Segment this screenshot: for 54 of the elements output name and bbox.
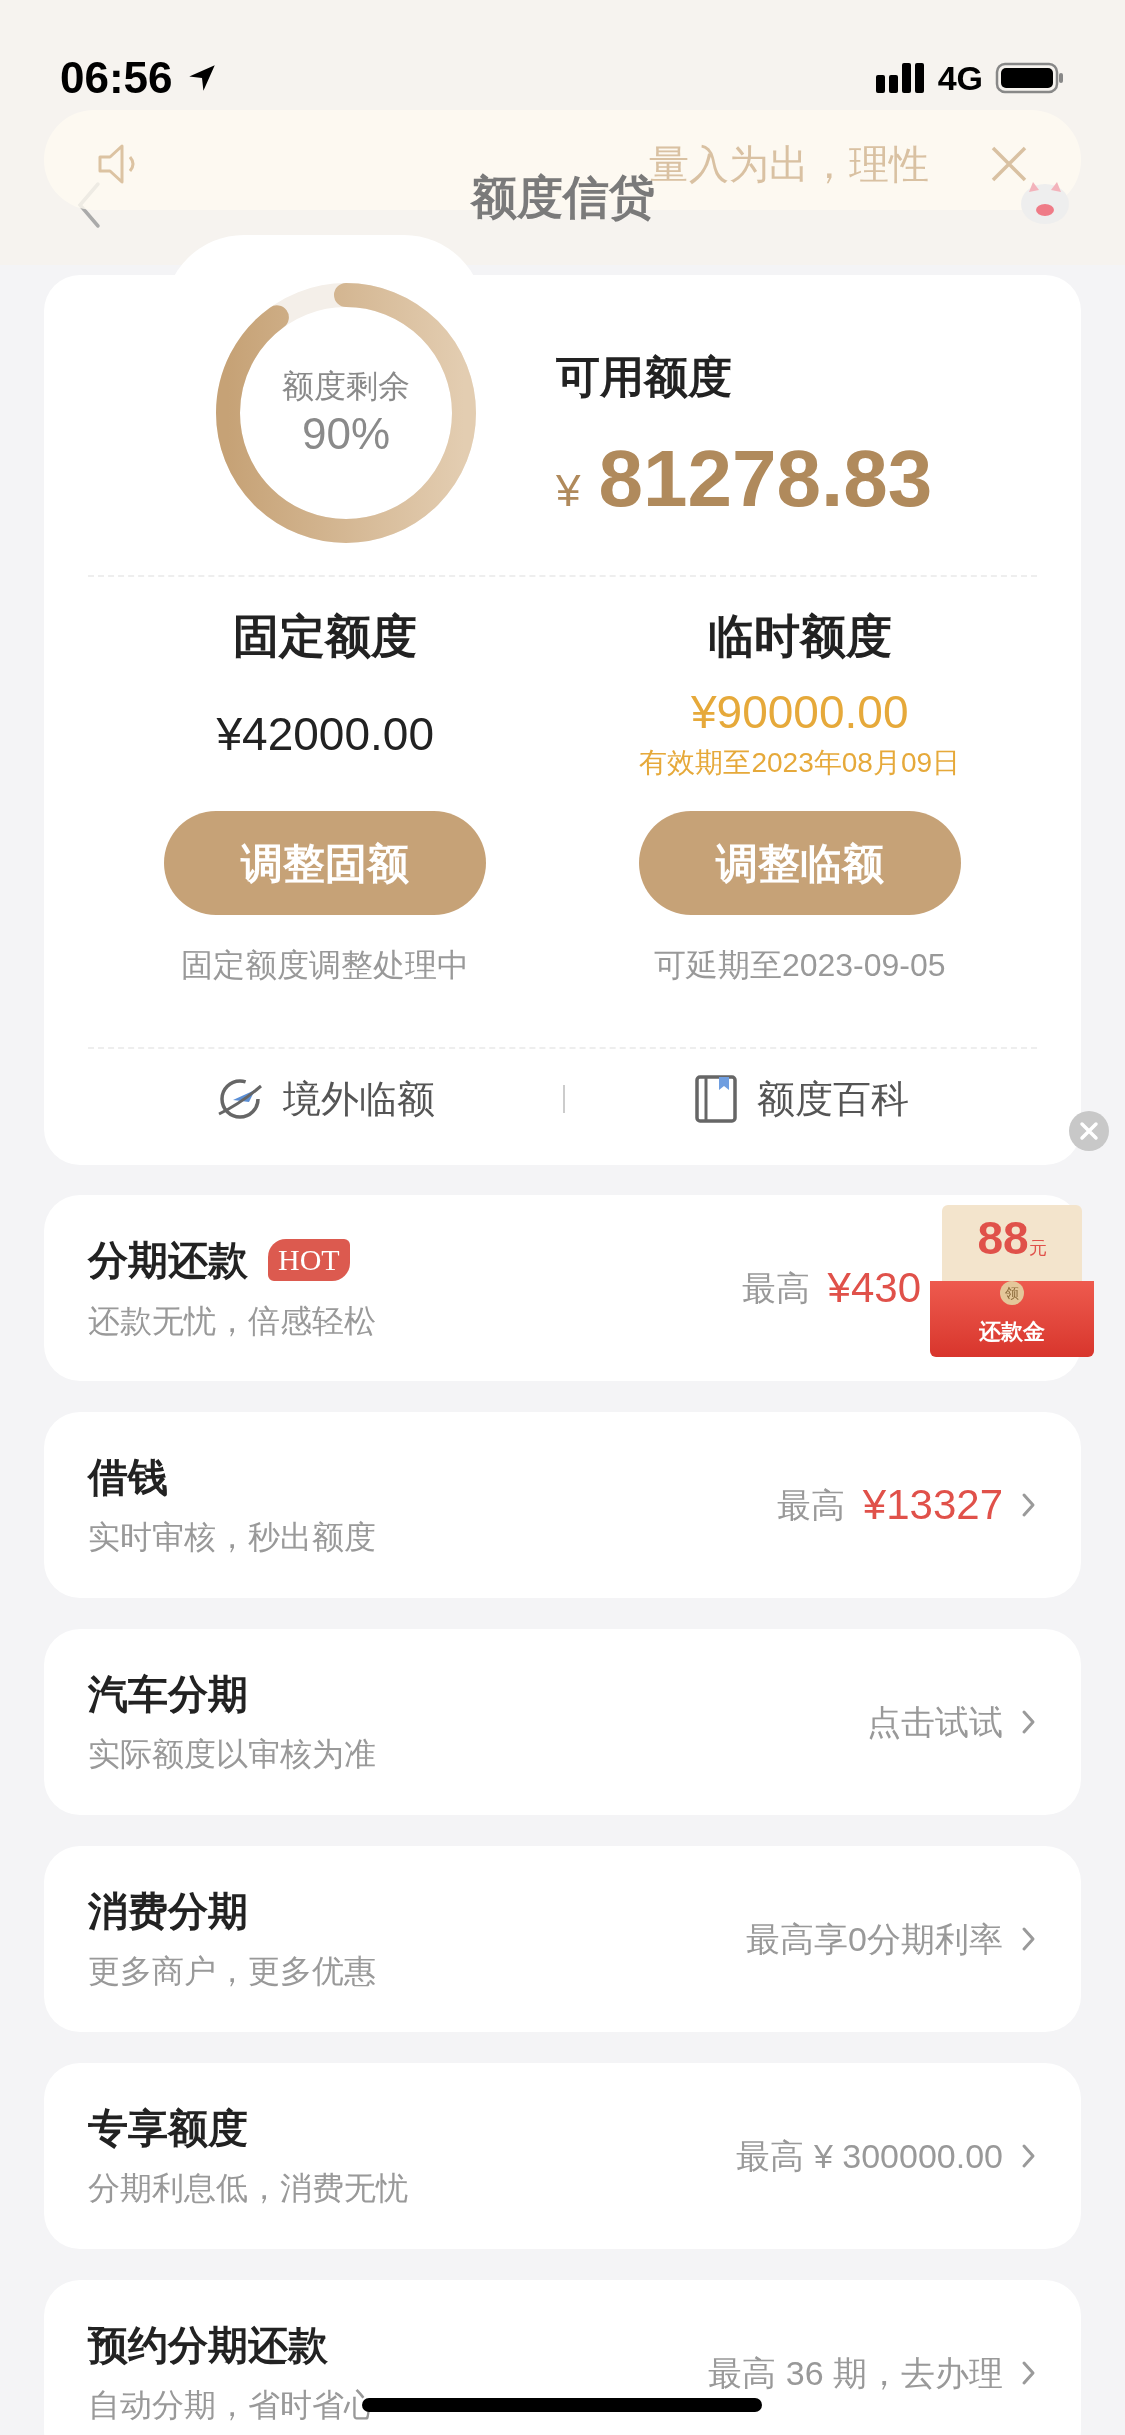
service-title: 分期还款 xyxy=(88,1240,248,1280)
close-circle-icon[interactable] xyxy=(1069,1111,1109,1151)
service-title: 汽车分期 xyxy=(88,1674,248,1714)
service-hint: 最高 ¥ 300000.00 xyxy=(736,2139,1003,2173)
hot-badge: HOT xyxy=(268,1239,350,1281)
service-title: 消费分期 xyxy=(88,1891,248,1931)
service-title: 专享额度 xyxy=(88,2108,248,2148)
service-hint: 点击试试 xyxy=(867,1705,1003,1739)
ring-label: 额度剩余 xyxy=(282,366,410,406)
quota-note: 可延期至2023-09-05 xyxy=(653,949,946,981)
quota-amount: ¥42000.00 xyxy=(216,711,434,757)
service-amount: ¥13327 xyxy=(862,1484,1003,1526)
service-hint: 最高 36 期，去办理 xyxy=(708,2356,1003,2390)
chevron-right-icon xyxy=(1021,2359,1037,2387)
quick-link[interactable]: 境外临额 xyxy=(215,1070,436,1128)
service-hint: 最高享0分期利率 xyxy=(746,1922,1003,1956)
currency-symbol: ¥ xyxy=(556,469,581,513)
quota-amount: ¥90000.00 xyxy=(691,689,909,735)
service-subtitle: 更多商户，更多优惠 xyxy=(88,1955,376,1987)
service-subtitle: 还款无忧，倍感轻松 xyxy=(88,1305,376,1337)
service-subtitle: 实时审核，秒出额度 xyxy=(88,1521,376,1553)
battery-icon xyxy=(995,61,1065,95)
quota-title: 固定额度 xyxy=(233,613,418,659)
close-icon[interactable] xyxy=(989,144,1029,184)
available-amount: 81278.83 xyxy=(598,439,933,519)
book-icon xyxy=(692,1074,739,1124)
ring-value: 90% xyxy=(301,407,391,460)
service-hint: 最高 xyxy=(741,1271,810,1305)
quota-title: 临时额度 xyxy=(707,613,892,659)
packet-label: 还款金 xyxy=(979,1321,1045,1343)
chevron-right-icon xyxy=(1021,1925,1037,1953)
validity-text: 有效期至2023年08月09日 xyxy=(639,749,961,777)
quota-note: 固定额度调整处理中 xyxy=(181,949,470,981)
status-time: 06:56 xyxy=(60,56,173,100)
network-label: 4G xyxy=(937,61,983,95)
service-card[interactable]: 消费分期 更多商户，更多优惠 最高享0分期利率 xyxy=(44,1846,1081,2032)
packet-stamp: 领 xyxy=(1000,1281,1024,1305)
service-card[interactable]: 汽车分期 实际额度以审核为准 点击试试 xyxy=(44,1629,1081,1815)
service-subtitle: 实际额度以审核为准 xyxy=(88,1738,376,1770)
service-title: 借钱 xyxy=(88,1457,168,1497)
service-subtitle: 分期利息低，消费无忧 xyxy=(88,2172,408,2204)
chevron-right-icon xyxy=(1021,1491,1037,1519)
quick-link[interactable]: 额度百科 xyxy=(692,1070,909,1128)
chevron-right-icon xyxy=(1021,1708,1037,1736)
packet-amount: 88 xyxy=(977,1215,1029,1261)
service-card[interactable]: 借钱 实时审核，秒出额度 最高 ¥13327 xyxy=(44,1412,1081,1598)
service-hint: 最高 xyxy=(776,1488,845,1522)
available-label: 可用额度 xyxy=(556,355,733,399)
service-title: 预约分期还款 xyxy=(88,2325,328,2365)
signal-icon xyxy=(875,61,926,95)
service-card[interactable]: 专享额度 分期利息低，消费无忧 最高 ¥ 300000.00 xyxy=(44,2063,1081,2249)
packet-unit: 元 xyxy=(1028,1239,1047,1257)
service-amount: ¥430 xyxy=(827,1267,921,1309)
chevron-right-icon xyxy=(1021,2142,1037,2170)
